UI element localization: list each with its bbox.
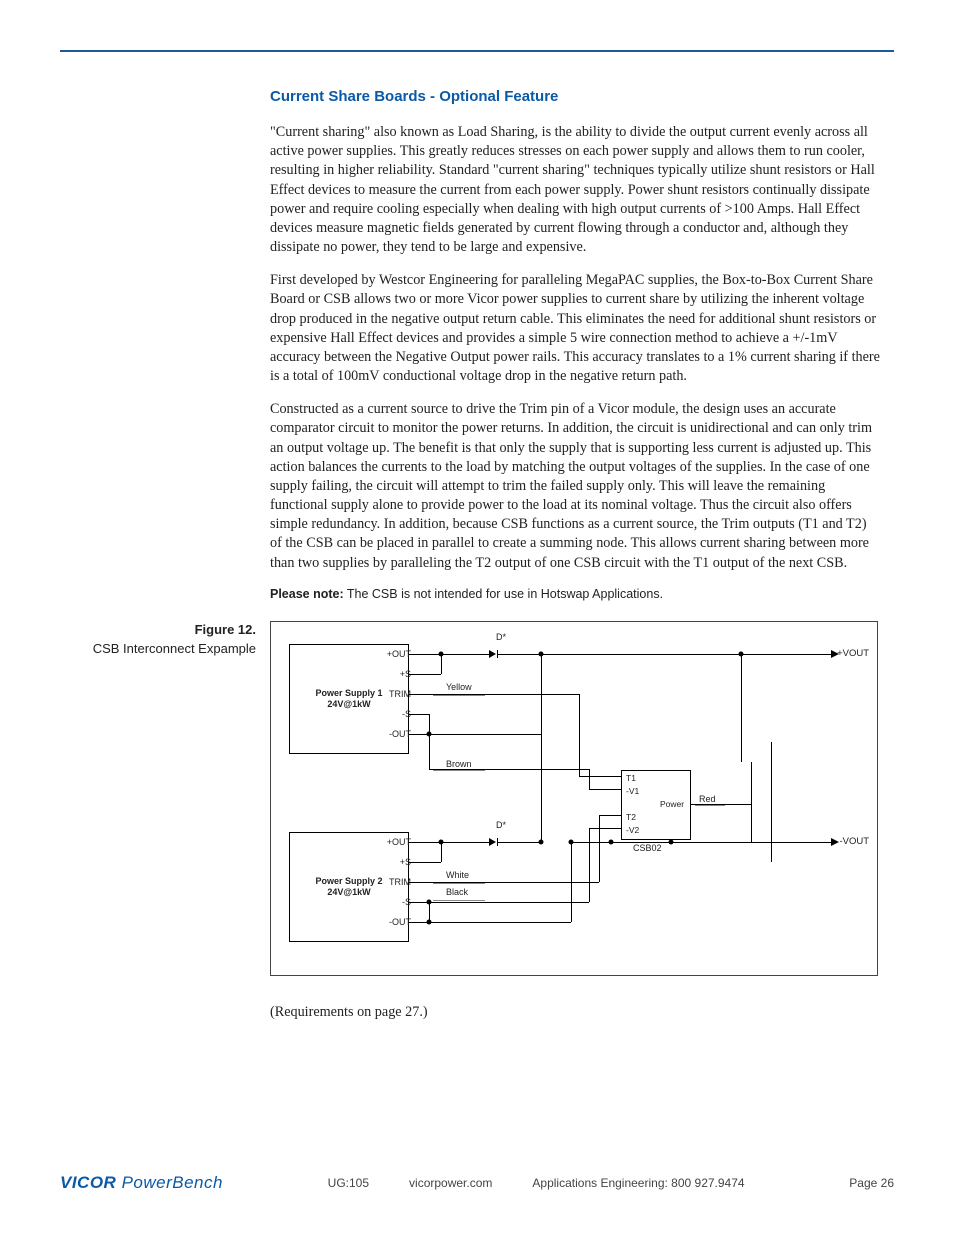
csb-t1: T1 xyxy=(626,773,636,783)
csb-box: T1 -V1 Power T2 -V2 xyxy=(621,770,691,840)
csb-v2: -V2 xyxy=(626,825,639,835)
footer-ug: UG:105 xyxy=(328,1176,369,1190)
csb-label: CSB02 xyxy=(633,843,662,853)
d-label-2: D* xyxy=(496,820,506,830)
footer-appeng: Applications Engineering: 800 927.9474 xyxy=(532,1176,744,1190)
csb-power: Power xyxy=(660,799,684,809)
footer-page: Page 26 xyxy=(849,1176,894,1190)
ps2-pin-nout: -OUT xyxy=(371,917,411,927)
note: Please note: The CSB is not intended for… xyxy=(270,587,880,601)
ps2-pin-ps: +S xyxy=(371,857,411,867)
vout-plus: +VOUT xyxy=(837,648,869,659)
paragraph-2: First developed by Westcor Engineering f… xyxy=(270,271,880,386)
logo-vicor: VICOR xyxy=(60,1173,116,1192)
csb-t2: T2 xyxy=(626,812,636,822)
wire-red: Red xyxy=(699,794,716,804)
ps2-pin-trim: TRIM xyxy=(371,877,411,887)
figure-caption: Figure 12. CSB Interconnect Expample xyxy=(60,621,256,659)
ps1-pin-nout: -OUT xyxy=(371,729,411,739)
footer-site: vicorpower.com xyxy=(409,1176,492,1190)
d-label-1: D* xyxy=(496,632,506,642)
paragraph-1: "Current sharing" also known as Load Sha… xyxy=(270,123,880,257)
vout-minus: -VOUT xyxy=(839,836,869,847)
csb-diagram: Power Supply 1 24V@1kW +OUT +S TRIM -S -… xyxy=(270,621,878,976)
vicor-logo: VICOR PowerBench xyxy=(60,1173,223,1193)
wire-brown: Brown xyxy=(446,759,472,769)
section-heading: Current Share Boards - Optional Feature xyxy=(270,88,880,105)
ps2-pin-ns: -S xyxy=(371,897,411,907)
ps2-pin-pout: +OUT xyxy=(371,837,411,847)
requirements-ref: (Requirements on page 27.) xyxy=(270,1004,894,1021)
paragraph-3: Constructed as a current source to drive… xyxy=(270,400,880,573)
wire-white: White xyxy=(446,870,469,880)
csb-v1: -V1 xyxy=(626,786,639,796)
ps1-pin-ps: +S xyxy=(371,669,411,679)
ps1-pin-trim: TRIM xyxy=(371,689,411,699)
note-label: Please note: xyxy=(270,587,344,601)
figure-caption-text: CSB Interconnect Expample xyxy=(93,641,256,656)
page-footer: VICOR PowerBench UG:105 vicorpower.com A… xyxy=(60,1173,894,1193)
wire-yellow: Yellow xyxy=(446,682,472,692)
top-rule xyxy=(60,50,894,52)
note-text: The CSB is not intended for use in Hotsw… xyxy=(344,587,663,601)
figure-number: Figure 12. xyxy=(60,621,256,640)
wire-black: Black xyxy=(446,887,468,897)
logo-powerbench: PowerBench xyxy=(116,1173,223,1192)
ps1-pin-ns: -S xyxy=(371,709,411,719)
ps1-pin-pout: +OUT xyxy=(371,649,411,659)
